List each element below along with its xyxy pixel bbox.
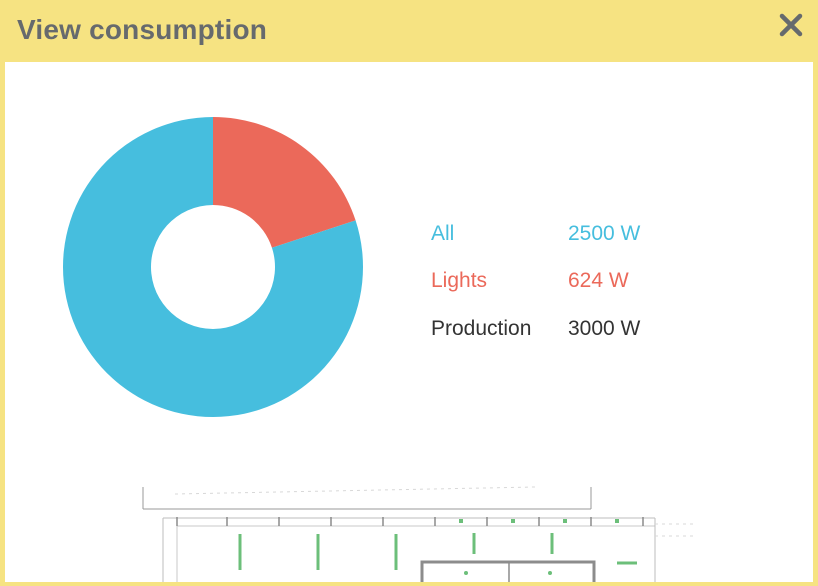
dialog-content: All 2500 W Lights 624 W Production 3000 … <box>5 62 813 582</box>
floor-plan-preview <box>142 486 695 582</box>
view-consumption-dialog: View consumption All 2500 W Lights 624 W… <box>0 0 818 586</box>
dialog-title: View consumption <box>17 14 268 45</box>
dialog-titlebar: View consumption <box>0 0 818 62</box>
close-icon[interactable] <box>778 12 804 38</box>
close-button[interactable] <box>778 12 804 38</box>
